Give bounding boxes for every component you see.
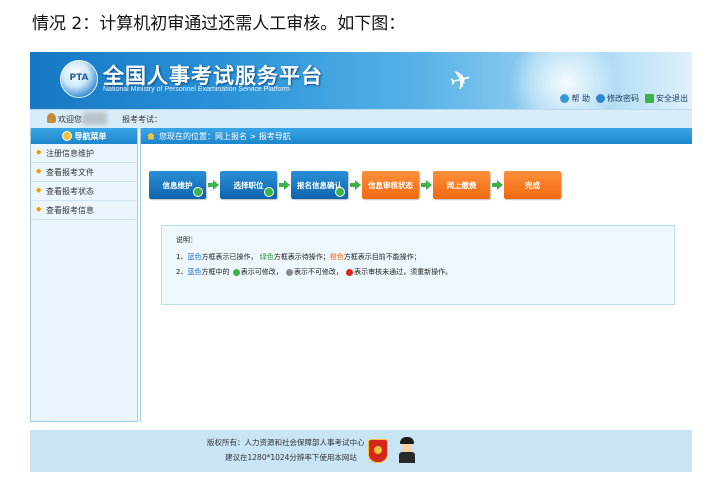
cyber-police-icon[interactable] <box>398 437 416 463</box>
site-banner: PTA 全国人事考试服务平台 National Ministry of Pers… <box>30 52 692 109</box>
step-online-payment: 网上缴费 <box>433 171 490 199</box>
change-password-link[interactable]: 修改密码 <box>596 93 639 104</box>
arrow-right-icon <box>421 179 432 191</box>
sidebar-item-exam-status[interactable]: ◆ 查看报考状态 <box>31 182 137 201</box>
arrow-right-icon <box>350 179 361 191</box>
step-info-maintenance[interactable]: 信息维护 <box>149 171 206 199</box>
nav-menu-icon <box>61 131 72 141</box>
not-editable-icon <box>285 268 293 276</box>
sidebar: 导航菜单 ◆ 注册信息维护 ◆ 查看报考文件 ◆ 查看报考状态 ◆ 查看报考信息 <box>30 128 138 422</box>
arrow-right-icon <box>208 179 219 191</box>
editable-check-icon <box>335 187 345 197</box>
resolution-note: 建议在1280*1024分辨率下使用本网站 <box>225 453 357 462</box>
welcome-bar: 欢迎您： 报考考试： <box>30 109 692 129</box>
step-review-status: 信息审核状态 <box>362 171 419 199</box>
help-icon <box>560 94 570 103</box>
police-badge-icon[interactable] <box>368 439 388 463</box>
sidebar-header: 导航菜单 <box>31 128 137 144</box>
sidebar-item-exam-files[interactable]: ◆ 查看报考文件 <box>31 163 137 182</box>
instructions-box: 说明： 1、蓝色方框表示已操作， 绿色方框表示待操作；橙色方框表示目前不能操作；… <box>161 225 675 305</box>
breadcrumb: 您现在的位置：网上报名 > 报考导航 <box>141 128 692 144</box>
logout-link[interactable]: 安全退出 <box>645 93 688 104</box>
step-select-position[interactable]: 选择职位 <box>220 171 277 199</box>
site-frame: PTA 全国人事考试服务平台 National Ministry of Pers… <box>30 52 692 472</box>
home-icon <box>147 132 155 140</box>
editable-icon <box>232 268 240 276</box>
editable-check-icon <box>264 187 274 197</box>
bullet-icon: ◆ <box>36 186 42 194</box>
sidebar-item-registration-info[interactable]: ◆ 注册信息维护 <box>31 144 137 163</box>
airplane-icon: ✈ <box>446 63 476 99</box>
bullet-icon: ◆ <box>36 167 42 175</box>
instructions-title: 说明： <box>176 236 197 244</box>
site-subtitle: National Ministry of Personnel Examinati… <box>103 86 290 93</box>
arrow-right-icon <box>279 179 290 191</box>
instructions-line-1: 1、蓝色方框表示已操作， 绿色方框表示待操作；橙色方框表示目前不能操作； <box>176 253 421 261</box>
key-icon <box>596 94 605 103</box>
sidebar-item-exam-info[interactable]: ◆ 查看报考信息 <box>31 201 137 220</box>
help-link[interactable]: 帮 助 <box>560 93 590 104</box>
copyright-text: 版权所有：人力资源和社会保障部人事考试中心 <box>207 438 365 447</box>
main-content: 您现在的位置：网上报名 > 报考导航 信息维护 选择职位 报名信息确认 信息审核… <box>140 128 692 422</box>
user-icon <box>47 113 56 123</box>
username-redacted <box>83 112 107 125</box>
top-links: 帮 助 修改密码 安全退出 <box>560 93 688 104</box>
logo-text: PTA <box>69 73 89 83</box>
bullet-icon: ◆ <box>36 205 42 213</box>
exam-label: 报考考试： <box>122 115 162 124</box>
rejected-icon <box>346 268 354 276</box>
instructions-line-2: 2、蓝色方框中的 表示可修改， 表示不可修改， 表示审核未通过，须重新操作。 <box>176 268 453 276</box>
page-heading: 情况 2：计算机初审通过还需人工审核。如下图： <box>32 14 406 34</box>
editable-check-icon <box>193 187 203 197</box>
step-flow: 信息维护 选择职位 报名信息确认 信息审核状态 网上缴费 完成 <box>149 171 561 199</box>
exit-icon <box>645 94 654 103</box>
step-complete: 完成 <box>504 171 561 199</box>
arrow-right-icon <box>492 179 503 191</box>
site-footer: 版权所有：人力资源和社会保障部人事考试中心 建议在1280*1024分辨率下使用… <box>30 430 692 472</box>
pta-logo-icon: PTA <box>60 60 98 98</box>
bullet-icon: ◆ <box>36 148 42 156</box>
step-confirm-registration[interactable]: 报名信息确认 <box>291 171 348 199</box>
